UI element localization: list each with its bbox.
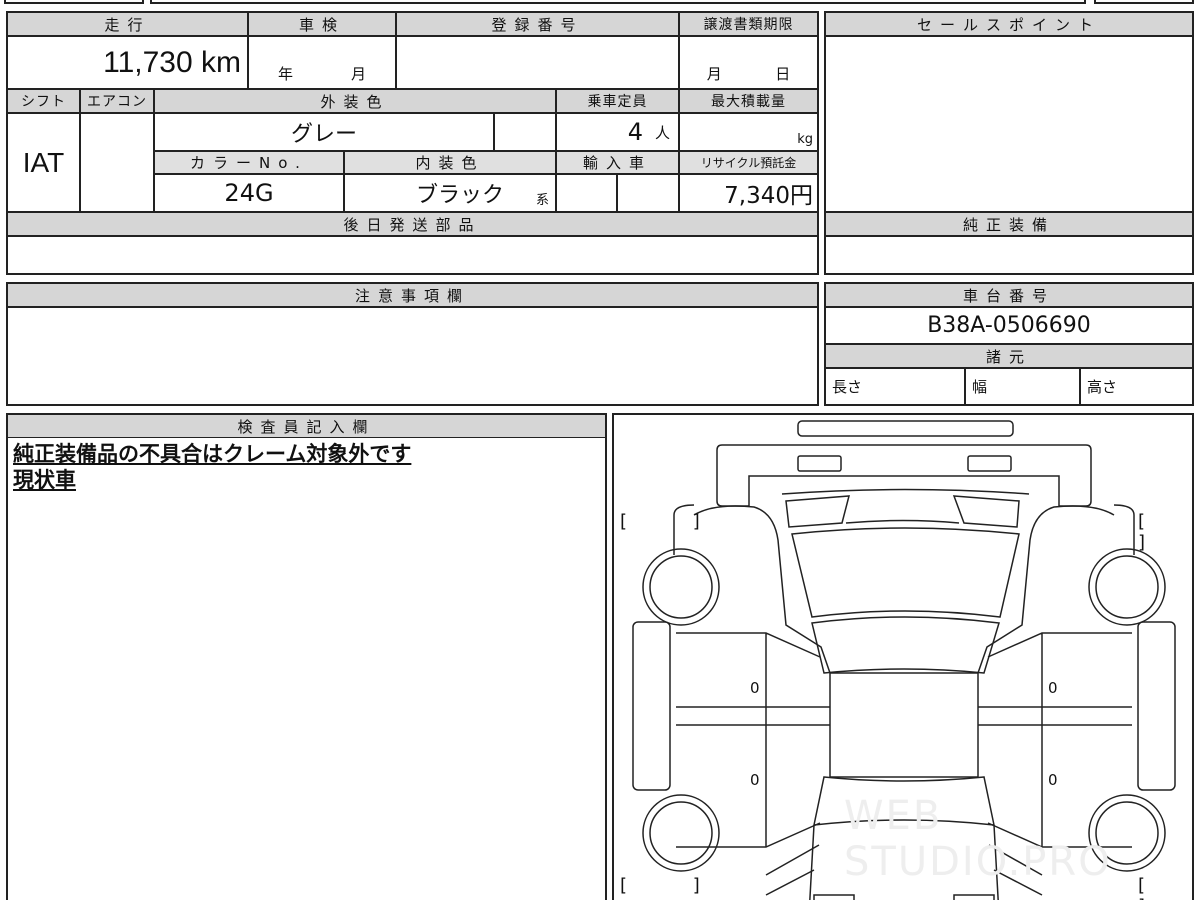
- exterior-color-extra: [494, 113, 556, 151]
- inspection-header: 車検: [248, 12, 396, 36]
- car-diagram: [ ] [ ] [ ] [ ] 0 0 0 0 WEB STUDIO.PRO: [612, 413, 1194, 900]
- inspector-note-line: 純正装備品の不具合はクレーム対象外です: [13, 442, 412, 466]
- capacity-value: 4 人: [556, 113, 679, 151]
- chassis-no-header: 車台番号: [825, 283, 1193, 307]
- month-unit: 月: [350, 65, 366, 83]
- spec-width: 幅: [965, 368, 1080, 405]
- imported-header: 輸入車: [556, 151, 679, 174]
- registration-header: 登録番号: [396, 12, 679, 36]
- watermark: WEB STUDIO.PRO: [844, 793, 1112, 885]
- door-mark: 0: [1048, 771, 1058, 789]
- month-unit: 月: [706, 65, 722, 83]
- door-mark: 0: [750, 679, 760, 697]
- genuine-equipment-header: 純正装備: [825, 212, 1193, 236]
- day-unit: 日: [775, 65, 791, 83]
- inspector-header: 検査員記入欄: [7, 414, 606, 438]
- top-strip-box: [1094, 0, 1194, 4]
- mileage-header: 走行: [7, 12, 248, 36]
- top-strip-box: [4, 0, 144, 4]
- top-strip-box: [150, 0, 1086, 4]
- spec-height: 高さ: [1080, 368, 1193, 405]
- specs-header: 諸元: [825, 344, 1193, 368]
- aircon-header: エアコン: [80, 89, 154, 113]
- door-mark: 0: [1048, 679, 1058, 697]
- transfer-deadline-value: 月 日: [679, 36, 818, 89]
- inspector-notes: 純正装備品の不具合はクレーム対象外です 現状車: [13, 441, 411, 493]
- shift-value: IAT: [7, 113, 80, 212]
- color-no-header: カラーNo.: [154, 151, 344, 174]
- year-unit: 年: [277, 65, 293, 83]
- door-mark: 0: [750, 771, 760, 789]
- capacity-unit: 人: [654, 123, 670, 142]
- aircon-value: [80, 113, 154, 212]
- later-parts-header: 後日発送部品: [7, 212, 818, 236]
- exterior-color-header: 外装色: [154, 89, 556, 113]
- spec-length: 長さ: [825, 368, 965, 405]
- max-load-value: kg: [679, 113, 818, 151]
- sales-point-value: [825, 36, 1193, 212]
- shift-header: シフト: [7, 89, 80, 113]
- bracket-rear-left: [ ]: [620, 875, 730, 896]
- inspection-value: 年 月: [248, 36, 396, 89]
- recycle-fee-value: 7,340円: [679, 174, 818, 212]
- later-parts-value: [7, 236, 818, 274]
- sales-point-header: セールスポイント: [825, 12, 1193, 36]
- interior-color-value: ブラック 系: [344, 174, 556, 212]
- interior-color-suffix: 系: [535, 193, 549, 208]
- genuine-equipment-value: [825, 236, 1193, 274]
- capacity-number: 4: [627, 118, 643, 146]
- max-load-header: 最大積載量: [679, 89, 818, 113]
- recycle-fee-header: リサイクル預託金: [679, 151, 818, 174]
- notes-value: [7, 307, 818, 405]
- imported-value: [556, 174, 617, 212]
- bracket-front-right: [ ]: [1138, 511, 1176, 553]
- interior-color-header: 内装色: [344, 151, 556, 174]
- exterior-color-value: グレー: [154, 113, 494, 151]
- inspector-note-line: 現状車: [13, 468, 76, 492]
- bracket-front-left: [ ]: [620, 511, 730, 532]
- registration-value: [396, 36, 679, 89]
- auction-sheet: 走行 車検 登録番号 譲渡書類期限 11,730 km 年 月 月 日 シフト …: [0, 0, 1200, 900]
- chassis-no-value: B38A-0506690: [825, 307, 1193, 344]
- interior-color-text: ブラック: [415, 183, 504, 208]
- transfer-deadline-header: 譲渡書類期限: [679, 12, 818, 36]
- mileage-value: 11,730 km: [7, 36, 248, 89]
- notes-header: 注意事項欄: [7, 283, 818, 307]
- capacity-header: 乗車定員: [556, 89, 679, 113]
- imported-value-2: [617, 174, 679, 212]
- color-no-value: 24G: [154, 174, 344, 212]
